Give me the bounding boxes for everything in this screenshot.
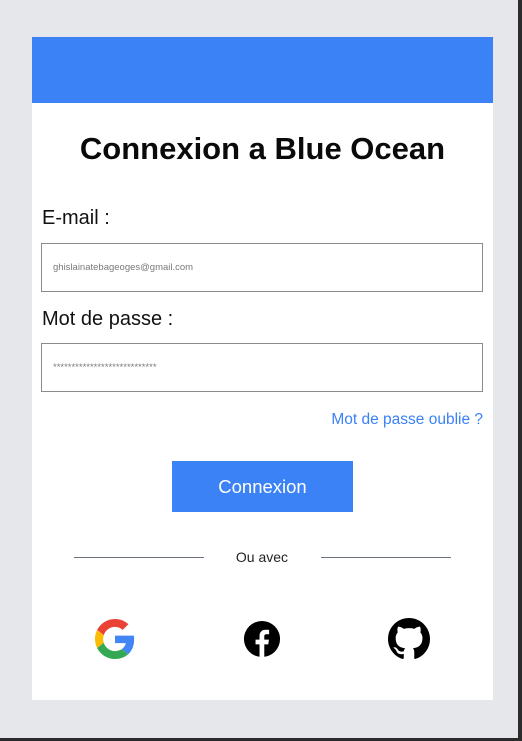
email-label: E-mail :: [42, 207, 110, 229]
header-banner: [32, 37, 493, 103]
password-label: Mot de passe :: [42, 308, 174, 330]
github-icon: [388, 618, 430, 659]
password-field[interactable]: [42, 344, 482, 391]
login-button[interactable]: Connexion: [172, 461, 353, 512]
divider-left: [74, 557, 204, 558]
google-login-button[interactable]: [93, 617, 137, 661]
facebook-icon: [243, 620, 281, 658]
facebook-login-button[interactable]: [240, 617, 284, 661]
window-edge-right: [518, 0, 522, 741]
divider-text: Ou avec: [235, 549, 289, 565]
forgot-password-link[interactable]: Mot de passe oublie ?: [331, 410, 483, 430]
email-field[interactable]: [42, 244, 482, 291]
google-icon: [95, 619, 135, 659]
github-login-button[interactable]: [387, 617, 431, 661]
login-card: Connexion a Blue Ocean E-mail : Mot de p…: [32, 37, 493, 700]
divider-right: [321, 557, 451, 558]
page-title: Connexion a Blue Ocean: [79, 131, 446, 166]
password-field-box[interactable]: [41, 343, 483, 392]
email-field-box[interactable]: [41, 243, 483, 292]
